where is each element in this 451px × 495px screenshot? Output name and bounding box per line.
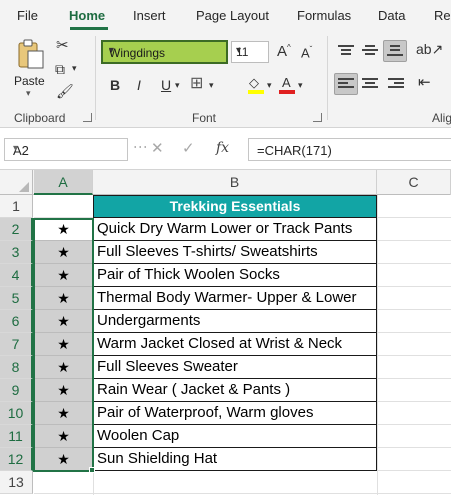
name-box[interactable]: A2 ▾ xyxy=(4,138,128,161)
underline-button[interactable]: U xyxy=(161,78,171,92)
chevron-down-icon: ▾ xyxy=(236,45,242,56)
chevron-down-icon: ▾ xyxy=(13,143,19,154)
row-header[interactable]: 2 xyxy=(0,218,33,241)
insert-function-icon[interactable]: fx xyxy=(216,141,229,155)
fill-handle[interactable] xyxy=(89,467,95,473)
chevron-down-icon: ▾ xyxy=(26,88,31,98)
chevron-down-icon[interactable]: ▾ xyxy=(209,81,214,90)
table-header-cell[interactable]: Trekking Essentials xyxy=(93,195,377,218)
format-painter-icon[interactable]: 🖌 xyxy=(56,84,74,98)
list-item[interactable]: Pair of Thick Woolen Socks xyxy=(93,264,377,287)
row-header[interactable]: 7 xyxy=(0,333,33,356)
align-left-icon xyxy=(338,78,354,88)
clipboard-launcher-icon[interactable] xyxy=(83,113,92,122)
list-item[interactable]: Quick Dry Warm Lower or Track Pants xyxy=(93,218,377,241)
chevron-down-icon[interactable]: ▾ xyxy=(298,81,303,90)
selection-border xyxy=(33,218,94,472)
align-right-icon[interactable] xyxy=(388,77,406,91)
align-center-icon[interactable] xyxy=(362,77,380,91)
tab-insert[interactable]: Insert xyxy=(133,8,166,23)
bold-button[interactable]: B xyxy=(110,78,120,92)
enter-icon[interactable]: ✓ xyxy=(182,141,195,156)
cancel-icon[interactable]: ✕ xyxy=(151,141,164,156)
align-left-button[interactable] xyxy=(334,73,358,95)
list-item[interactable]: Rain Wear ( Jacket & Pants ) xyxy=(93,379,377,402)
worksheet-grid[interactable]: A B C 1 2 3 4 5 6 7 8 9 10 11 12 13 ★ Quick Dry Warm L… xyxy=(0,170,451,495)
chevron-down-icon[interactable]: ▾ xyxy=(175,81,180,90)
group-divider xyxy=(95,36,96,120)
align-middle-icon[interactable] xyxy=(362,44,380,58)
row-header[interactable]: 5 xyxy=(0,287,33,310)
ribbon-tab-bar: File Home Insert Page Layout Formulas Da… xyxy=(0,0,451,32)
formula-actions: ✕ ✓ fx xyxy=(143,138,245,161)
cut-icon[interactable]: ✂ xyxy=(56,38,69,53)
font-size-select[interactable]: 11 ▾ xyxy=(231,41,269,63)
chevron-down-icon: ▾ xyxy=(109,45,115,56)
row-header[interactable]: 9 xyxy=(0,379,33,402)
list-item[interactable]: Woolen Cap xyxy=(93,425,377,448)
select-all-button[interactable] xyxy=(0,170,33,195)
list-item[interactable]: Full Sleeves Sweater xyxy=(93,356,377,379)
row-header[interactable]: 11 xyxy=(0,425,33,448)
formula-text: =CHAR(171) xyxy=(257,143,332,158)
row-header[interactable]: 1 xyxy=(0,195,33,218)
gridline xyxy=(377,195,378,495)
column-header-a[interactable]: A xyxy=(34,170,93,195)
tab-data[interactable]: Data xyxy=(378,8,405,23)
list-item[interactable]: Warm Jacket Closed at Wrist & Neck xyxy=(93,333,377,356)
font-group-label: Font xyxy=(192,111,217,125)
tab-home[interactable]: Home xyxy=(69,8,105,23)
formula-bar: A2 ▾ ⋮ ✕ ✓ fx =CHAR(171) xyxy=(0,128,451,170)
clipboard-group-label: Clipboard xyxy=(14,111,66,125)
orientation-icon[interactable]: ab↗ xyxy=(416,42,443,56)
formula-input[interactable]: =CHAR(171) xyxy=(248,138,451,161)
row-header[interactable]: 3 xyxy=(0,241,33,264)
column-header-c[interactable]: C xyxy=(377,170,451,195)
row-header[interactable]: 4 xyxy=(0,264,33,287)
active-tab-indicator xyxy=(70,27,108,30)
increase-font-icon[interactable]: A^ xyxy=(277,44,291,60)
decrease-font-icon[interactable]: Aˇ xyxy=(301,46,312,60)
chevron-down-icon[interactable]: ▾ xyxy=(267,81,272,90)
ribbon: Paste ▾ ✂ ⧉ ▾ 🖌 Clipboard Wingdings ▾ 11… xyxy=(0,32,451,128)
gridline xyxy=(34,493,451,494)
column-header-b[interactable]: B xyxy=(93,170,377,195)
italic-button[interactable]: I xyxy=(137,78,141,92)
chevron-down-icon[interactable]: ▾ xyxy=(72,64,77,73)
fill-color-icon[interactable]: ◇ xyxy=(248,75,264,95)
row-header[interactable]: 12 xyxy=(0,448,33,471)
paste-button[interactable]: Paste ▾ xyxy=(8,36,54,100)
row-header[interactable]: 8 xyxy=(0,356,33,379)
row-header[interactable]: 13 xyxy=(0,471,33,494)
font-color-icon[interactable]: A xyxy=(279,75,295,95)
align-bottom-icon xyxy=(387,45,403,56)
tab-formulas[interactable]: Formulas xyxy=(297,8,351,23)
paste-icon xyxy=(18,39,44,69)
list-item[interactable]: Undergarments xyxy=(93,310,377,333)
tab-file[interactable]: File xyxy=(17,8,38,23)
group-divider xyxy=(327,36,328,120)
font-name-select[interactable]: Wingdings ▾ xyxy=(101,40,228,64)
list-item[interactable]: Full Sleeves T-shirts/ Sweatshirts xyxy=(93,241,377,264)
tab-page-layout[interactable]: Page Layout xyxy=(196,8,269,23)
align-bottom-button[interactable] xyxy=(383,40,407,62)
list-item[interactable]: Pair of Waterproof, Warm gloves xyxy=(93,402,377,425)
list-item[interactable]: Sun Shielding Hat xyxy=(93,448,377,471)
indent-icon[interactable]: ⇤ xyxy=(418,75,431,90)
row-header[interactable]: 10 xyxy=(0,402,33,425)
align-top-icon[interactable] xyxy=(338,44,356,58)
row-header[interactable]: 6 xyxy=(0,310,33,333)
list-item[interactable]: Thermal Body Warmer- Upper & Lower xyxy=(93,287,377,310)
tab-review[interactable]: Re xyxy=(434,8,451,23)
alignment-group-label: Alig xyxy=(432,111,451,125)
column-headers: A B C xyxy=(0,170,451,195)
paste-label: Paste xyxy=(14,74,45,88)
copy-icon[interactable]: ⧉ xyxy=(55,62,65,76)
borders-icon[interactable]: ⊞ xyxy=(190,76,203,92)
font-launcher-icon[interactable] xyxy=(313,113,322,122)
